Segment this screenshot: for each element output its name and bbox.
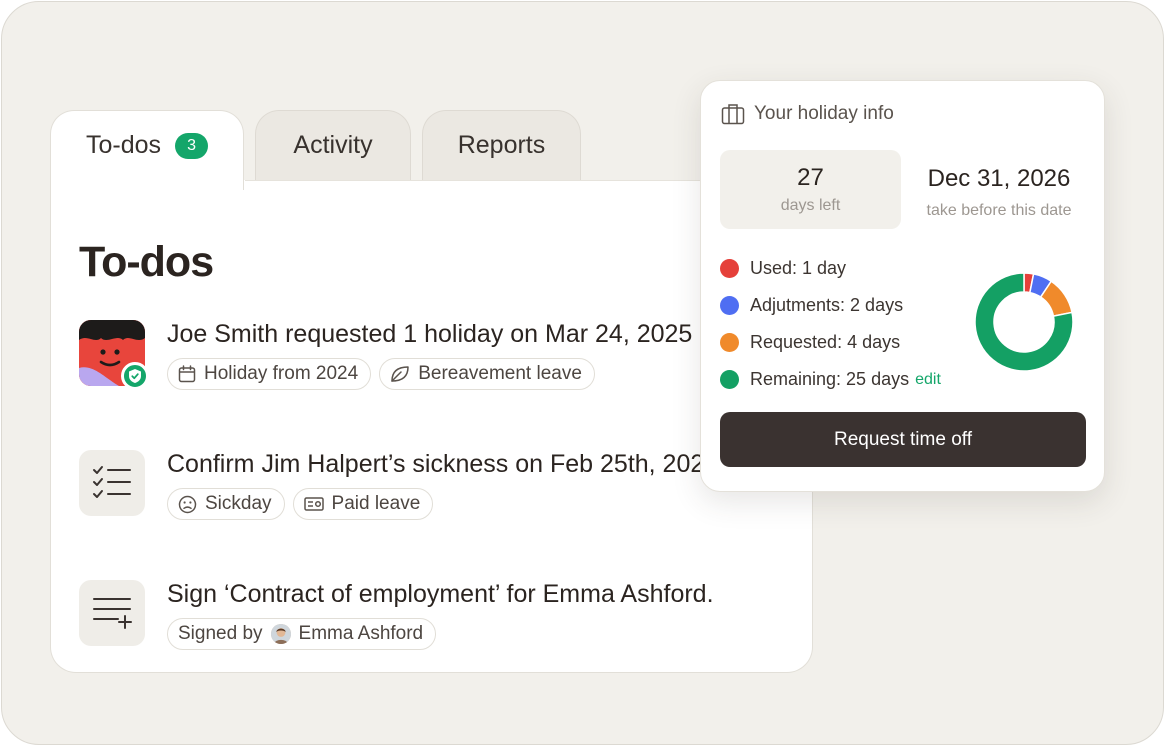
tab-reports[interactable]: Reports [422,110,581,190]
legend-item-remaining: Remaining: 25 days edit [720,361,941,398]
chip-label: Holiday from 2024 [204,363,359,384]
deadline-value: Dec 31, 2026 [927,165,1071,192]
legend-dot-requested [720,333,739,352]
app-frame: To-dos 3 Activity Reports To-dos Joe Smi… [1,1,1164,745]
legend-label: Used: 1 day [750,258,847,278]
legend-label: Remaining: 25 days [750,369,910,389]
leaf-icon [391,366,409,382]
todo-title: Joe Smith requested 1 holiday on Mar 24,… [167,320,693,348]
panel-title: Your holiday info [754,103,894,124]
chip-bereavement-leave: Bereavement leave [379,358,595,390]
chip-label: Emma Ashford [298,623,424,644]
sad-face-icon [178,495,197,513]
holiday-legend: Used: 1 day Adjutments: 2 days Requested… [720,250,941,398]
chip-holiday-from: Holiday from 2024 [167,358,372,390]
legend-item-adjustments: Adjutments: 2 days [720,287,941,324]
chip-prefix: Signed by [178,623,263,644]
tab-activity[interactable]: Activity [255,110,411,190]
page-title: To-dos [79,238,214,286]
chip-label: Sickday [205,493,272,514]
days-left-box: 27 days left [720,150,901,229]
chip-paid-leave: Paid leave [292,488,434,520]
tab-todos[interactable]: To-dos 3 [50,110,244,190]
legend-item-used: Used: 1 day [720,250,941,287]
verified-shield-icon [121,362,149,390]
todo-title: Sign ‘Contract of employment’ for Emma A… [167,580,714,608]
holiday-donut-chart [974,272,1074,372]
deadline-label: take before this date [926,202,1072,219]
chip-label: Paid leave [331,493,421,514]
days-left-label: days left [780,197,841,214]
todos-count-badge: 3 [175,133,209,159]
tab-todos-label: To-dos [85,131,162,159]
user-avatar [270,624,291,644]
request-time-off-button[interactable]: Request time off [720,412,1086,467]
document-add-icon [79,580,145,646]
legend-dot-remaining [720,370,739,389]
tab-reports-label: Reports [457,131,546,159]
legend-label: Adjutments: 2 days [750,295,904,315]
chip-signed-by: Signed by Emma Ashford [167,618,437,650]
holiday-info-panel: Your holiday info 27 days left Dec 31, 2… [700,80,1105,492]
chip-label: Bereavement leave [418,363,582,384]
suitcase-icon [721,104,745,125]
deadline-block: Dec 31, 2026 take before this date [909,165,1089,220]
checklist-icon [79,450,145,516]
tab-activity-label: Activity [293,131,373,159]
legend-label: Requested: 4 days [750,332,901,352]
cash-icon [303,497,324,511]
edit-remaining-link[interactable]: edit [915,371,941,389]
legend-item-requested: Requested: 4 days [720,324,941,361]
days-left-value: 27 [797,164,824,191]
todo-title: Confirm Jim Halpert’s sickness on Feb 25… [167,450,719,478]
legend-dot-adjustments [720,296,739,315]
chip-sickday: Sickday [167,488,285,520]
todos-card: To-dos Joe Smith requested 1 holiday on … [50,180,813,673]
legend-dot-used [720,259,739,278]
calendar-icon [178,365,196,383]
panel-header: Your holiday info [721,103,894,125]
